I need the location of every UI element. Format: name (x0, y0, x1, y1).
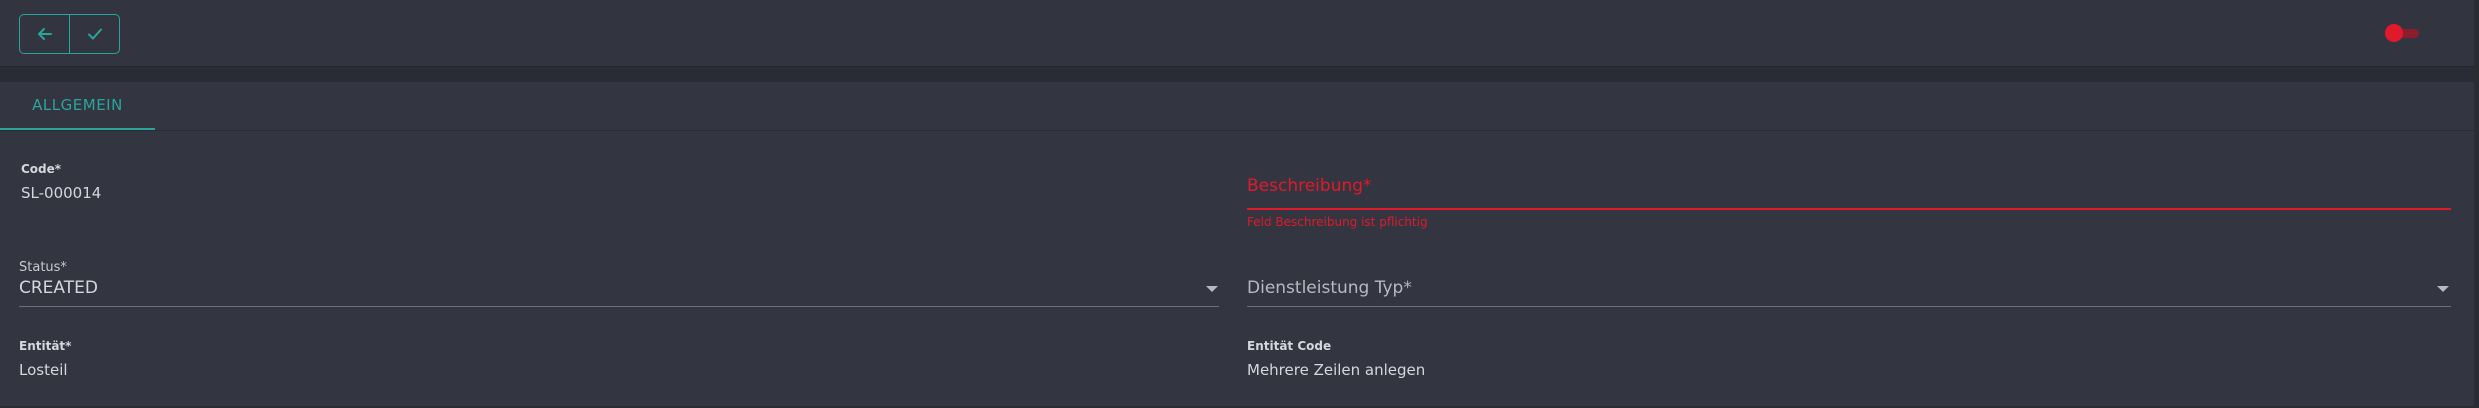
toolbar (0, 0, 2474, 67)
entitaet-code-label: Entität Code (1247, 339, 1332, 353)
beschreibung-underline (1247, 208, 2451, 210)
status-label: Status* (19, 260, 67, 275)
code-value: SL-000014 (21, 184, 102, 202)
form-panel: ALLGEMEIN Code* SL-000014 Beschreibung* … (0, 82, 2474, 406)
dienstleistung-typ-placeholder: Dienstleistung Typ* (1247, 278, 1412, 298)
status-select[interactable]: Status* CREATED (19, 260, 1219, 308)
confirm-button[interactable] (69, 15, 119, 53)
status-underline (19, 306, 1219, 307)
beschreibung-placeholder: Beschreibung* (1247, 176, 1372, 196)
arrow-left-icon (37, 28, 52, 40)
entitaet-code-value: Mehrere Zeilen anlegen (1247, 361, 1426, 379)
beschreibung-input[interactable]: Beschreibung* (1247, 176, 2451, 212)
back-button[interactable] (20, 15, 69, 53)
dienstleistung-typ-select[interactable]: Dienstleistung Typ* (1247, 278, 2451, 308)
tab-bar: ALLGEMEIN (0, 82, 2474, 131)
code-label: Code* (21, 162, 62, 176)
entitaet-value: Losteil (19, 361, 68, 379)
status-value: CREATED (19, 278, 98, 298)
beschreibung-error: Feld Beschreibung ist pflichtig (1247, 215, 1428, 229)
check-icon (87, 28, 102, 40)
dienstleistung-typ-underline (1247, 306, 2451, 307)
chevron-down-icon (2437, 286, 2449, 292)
mode-toggle[interactable] (2385, 24, 2423, 42)
chevron-down-icon (1206, 286, 1218, 292)
tab-allgemein[interactable]: ALLGEMEIN (0, 82, 155, 130)
action-button-group (19, 14, 120, 54)
toggle-knob (2385, 24, 2403, 42)
entitaet-label: Entität* (19, 339, 72, 353)
